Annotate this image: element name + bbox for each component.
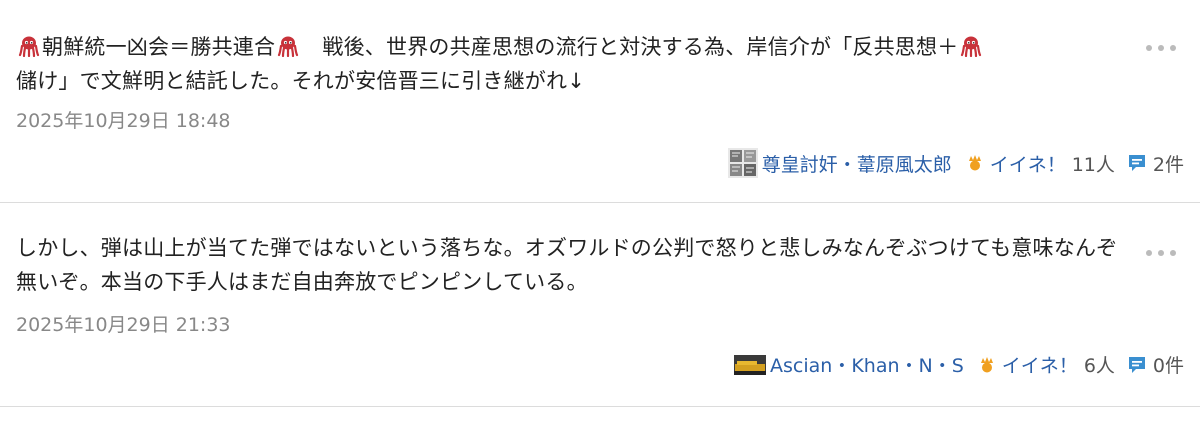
- like-label: イイネ！: [1001, 355, 1078, 377]
- like-icon: [968, 155, 981, 171]
- like-icon: [980, 356, 993, 372]
- octopus-emoji-icon: [277, 35, 299, 57]
- octopus-emoji-icon: [960, 35, 982, 57]
- author-link[interactable]: 尊皇討奸・葦原風太郎: [727, 148, 952, 178]
- reply-count: 0件: [1152, 355, 1184, 377]
- like-label: イイネ！: [989, 153, 1066, 176]
- like-button[interactable]: イイネ！ 11人: [966, 150, 1115, 177]
- avatar: [734, 354, 767, 375]
- more-options-icon[interactable]: [1146, 43, 1176, 53]
- comment-text-part: 朝鮮統一凶会＝勝共連合: [42, 35, 276, 59]
- comment-body: 朝鮮統一凶会＝勝共連合 戦後、世界の共産思想の流行と対決する為、岸信介が「反共思…: [16, 30, 1124, 98]
- comment-text-part: 戦後、世界の共産思想の流行と対決する為、岸信介が「反共思想＋: [301, 35, 959, 59]
- octopus-emoji-icon: [18, 35, 40, 57]
- author-link[interactable]: Ascian・Khan・N・S: [734, 351, 964, 378]
- avatar: [727, 148, 758, 178]
- comment-body: しかし、弾は山上が当てた弾ではないという落ちな。オズワルドの公判で怒りと悲しみな…: [16, 236, 1118, 294]
- comment-text-part: 儲け」で文鮮明と結託した。それが安倍晋三に引き継がれ↓: [16, 69, 585, 93]
- like-count: 11人: [1071, 153, 1115, 176]
- comment-date: 2025年10月29日 18:48: [16, 110, 231, 132]
- more-options-icon[interactable]: [1146, 248, 1176, 258]
- reply-count-button[interactable]: 0件: [1127, 351, 1184, 378]
- author-name: 尊皇討奸・葦原風太郎: [761, 153, 952, 176]
- comment-date: 2025年10月29日 21:33: [16, 314, 231, 336]
- reply-count: 2件: [1152, 153, 1184, 176]
- comment-footer: Ascian・Khan・N・S イイネ！ 6人 0件: [734, 351, 1184, 378]
- reply-count-button[interactable]: 2件: [1127, 150, 1184, 177]
- comment-bubble-icon: [1128, 155, 1145, 171]
- comment-item-1: 朝鮮統一凶会＝勝共連合 戦後、世界の共産思想の流行と対決する為、岸信介が「反共思…: [0, 0, 1200, 203]
- author-name: Ascian・Khan・N・S: [770, 355, 964, 377]
- like-button[interactable]: イイネ！ 6人: [978, 351, 1115, 378]
- comment-footer: 尊皇討奸・葦原風太郎 イイネ！ 11人 2件: [727, 148, 1184, 178]
- comment-item-2: しかし、弾は山上が当てた弾ではないという落ちな。オズワルドの公判で怒りと悲しみな…: [0, 203, 1200, 407]
- like-count: 6人: [1083, 355, 1115, 377]
- comment-bubble-icon: [1128, 356, 1145, 373]
